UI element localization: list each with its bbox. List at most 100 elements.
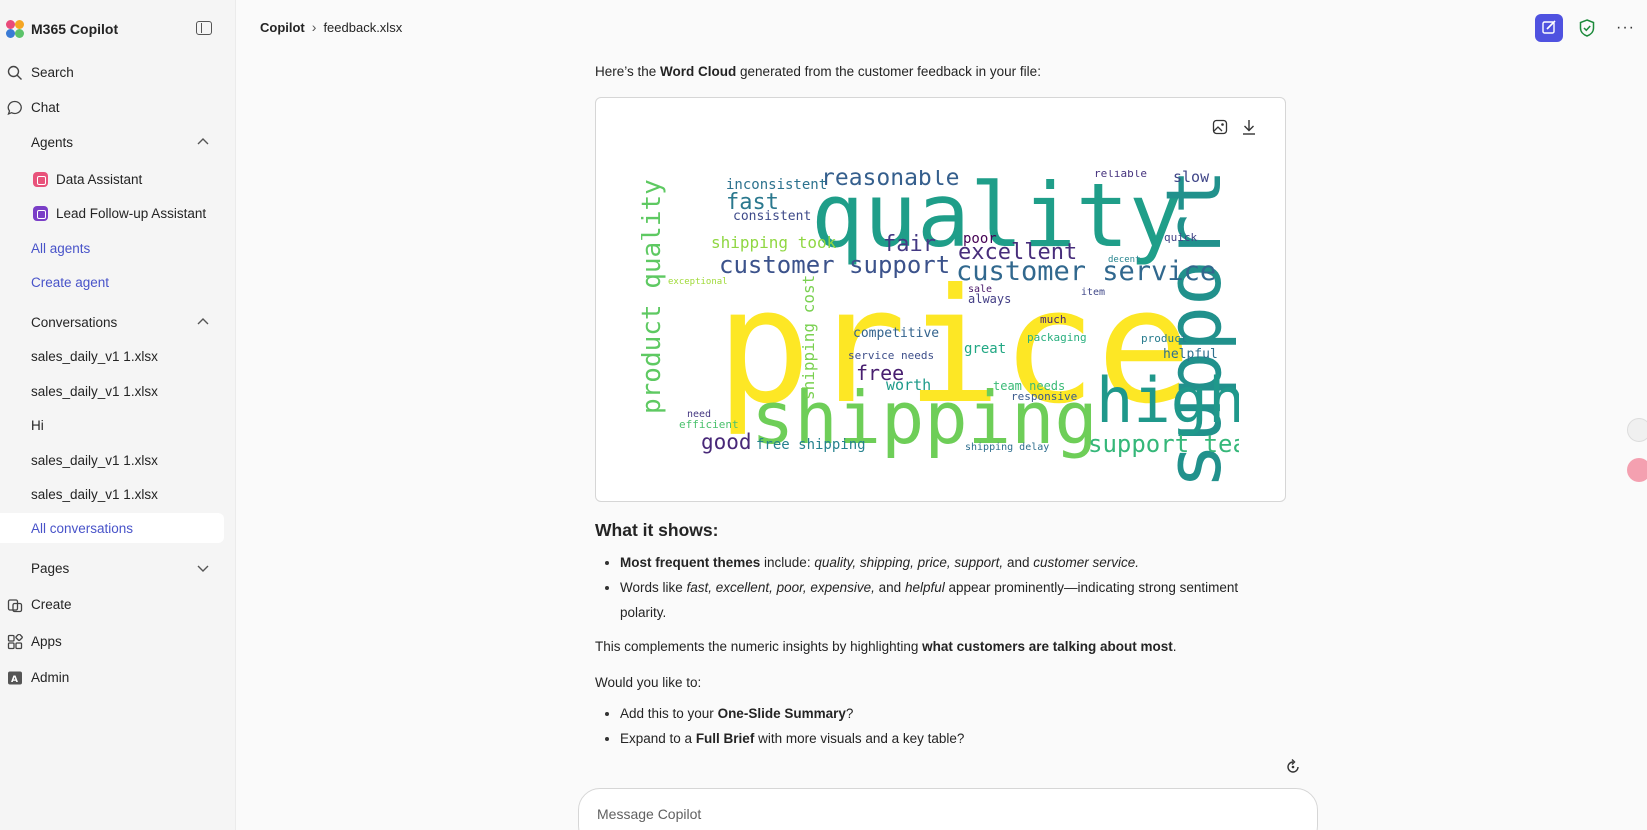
options-list: Add this to your One-Slide Summary? Expa… — [595, 701, 1285, 751]
bullet1-last: customer service. — [1033, 555, 1139, 570]
list-item: Expand to a Full Brief with more visuals… — [595, 726, 1285, 751]
chevron-up-icon — [196, 136, 210, 148]
word-cloud-word: much — [1040, 313, 1067, 326]
apps-icon — [7, 634, 23, 650]
word-cloud-word: poor — [963, 231, 997, 247]
more-options-icon[interactable]: ··· — [1616, 19, 1636, 36]
search-icon — [7, 65, 23, 81]
sidebar: M365 Copilot Search Chat Agents Data Ass… — [0, 0, 236, 830]
image-icon[interactable] — [1211, 118, 1229, 136]
regenerate-icon[interactable] — [1284, 758, 1302, 776]
word-cloud-word: need — [687, 409, 712, 420]
word-cloud-word: item — [1081, 287, 1106, 298]
opt2-prefix: Expand to a — [620, 731, 696, 746]
word-cloud-word: great — [964, 341, 1007, 357]
conversation-item[interactable]: sales_daily_v1 1.xlsx — [0, 479, 224, 509]
word-cloud-word: exceptional — [668, 277, 728, 287]
breadcrumb-file: feedback.xlsx — [323, 19, 403, 35]
word-cloud-word: decent — [1108, 255, 1141, 265]
conversation-label: sales_daily_v1 1.xlsx — [31, 452, 158, 468]
list-item: Words like fast, excellent, poor, expens… — [595, 575, 1285, 625]
bullet1-terms: quality, shipping, price, support, — [814, 555, 1004, 570]
data-assistant-icon — [33, 172, 48, 187]
edit-icon — [1542, 20, 1556, 34]
shows-heading: What it shows: — [595, 520, 719, 540]
conversation-label: sales_daily_v1 1.xlsx — [31, 383, 158, 399]
breadcrumb-root[interactable]: Copilot — [260, 20, 305, 35]
conversation-label: Hi — [31, 417, 44, 433]
word-cloud-word: inconsistent — [726, 177, 828, 193]
conversation-item[interactable]: sales_daily_v1 1.xlsx — [0, 341, 224, 371]
intro-bold: Word Cloud — [660, 64, 737, 79]
word-cloud-word: worth — [886, 376, 932, 394]
nav-admin[interactable]: A Admin — [0, 662, 224, 692]
intro-suffix: generated from the customer feedback in … — [736, 64, 1041, 79]
chat-icon — [7, 100, 23, 116]
agent-data-assistant[interactable]: Data Assistant — [0, 164, 224, 194]
admin-icon: A — [7, 670, 23, 686]
pages-label: Pages — [31, 560, 70, 576]
word-cloud-word: shipping cost — [799, 274, 818, 400]
composer-placeholder: Message Copilot — [597, 806, 702, 822]
nav-create[interactable]: Create — [0, 589, 224, 619]
opt2-bold: Full Brief — [695, 731, 755, 746]
pages-section-toggle[interactable]: Pages — [0, 553, 224, 583]
complement-text: This complements the numeric insights by… — [595, 637, 1177, 657]
chevron-up-icon — [196, 316, 210, 328]
copilot-logo-icon — [6, 20, 24, 38]
word-cloud-word: efficient — [679, 418, 739, 431]
nav-apps[interactable]: Apps — [0, 626, 224, 656]
bullet2-last: helpful — [904, 580, 945, 595]
bullet2-prefix: Words like — [620, 580, 687, 595]
agent-label: Data Assistant — [56, 171, 143, 187]
complement-bold: what customers are talking about most — [922, 639, 1173, 654]
download-icon[interactable] — [1240, 118, 1258, 136]
word-cloud-card: price quality shipping support high customer … — [595, 97, 1286, 502]
nav-create-label: Create — [31, 596, 72, 612]
bullet2-terms: fast, excellent, poor, expensive, — [686, 580, 875, 595]
apps-panel-icon[interactable] — [1627, 418, 1647, 442]
word-cloud-word: shipping delay — [965, 442, 1050, 453]
agent-lead-followup[interactable]: Lead Follow-up Assistant — [0, 198, 224, 228]
lead-followup-icon — [33, 206, 48, 221]
bullet2-and: and — [874, 580, 905, 595]
breadcrumb: Copilot › feedback.xlsx — [260, 19, 402, 35]
chevron-down-icon — [196, 562, 210, 574]
complement-prefix: This complements the numeric insights by… — [595, 639, 923, 654]
conversation-item[interactable]: sales_daily_v1 1.xlsx — [0, 445, 224, 475]
conversation-item[interactable]: sales_daily_v1 1.xlsx — [0, 376, 224, 406]
conversations-section-toggle[interactable]: Conversations — [0, 307, 224, 337]
conversation-item[interactable]: Hi — [0, 410, 224, 440]
agent-label: Lead Follow-up Assistant — [56, 205, 207, 221]
word-cloud-word: reliable — [1094, 170, 1147, 180]
word-cloud-word: quick — [1164, 231, 1198, 244]
shield-check-icon[interactable] — [1579, 19, 1595, 37]
nav-chat[interactable]: Chat — [0, 92, 224, 122]
word-cloud-word: free shipping — [756, 437, 866, 453]
message-composer[interactable]: Message Copilot — [578, 788, 1318, 830]
opt2-suffix: with more visuals and a key table? — [754, 731, 965, 746]
opt1-prefix: Add this to your — [620, 706, 718, 721]
all-agents-label: All agents — [31, 240, 91, 256]
word-cloud-word: service needs — [848, 349, 935, 362]
nav-search[interactable]: Search — [0, 57, 224, 87]
agents-header: Agents — [31, 134, 74, 150]
list-item: Add this to your One-Slide Summary? — [595, 701, 1285, 726]
translate-icon[interactable] — [1627, 458, 1647, 482]
create-agent-link[interactable]: Create agent — [0, 267, 224, 297]
agents-section-toggle[interactable]: Agents — [0, 127, 224, 157]
new-chat-button[interactable] — [1535, 14, 1563, 42]
word-cloud-word: helpful — [1163, 347, 1218, 362]
opt1-suffix: ? — [845, 706, 854, 721]
word-cloud-word: good — [701, 430, 752, 454]
intro-text: Here’s the Word Cloud generated from the… — [595, 62, 1285, 82]
word-cloud-word: support team — [1088, 430, 1239, 458]
nav-apps-label: Apps — [31, 633, 62, 649]
conversation-label: sales_daily_v1 1.xlsx — [31, 486, 158, 502]
create-icon — [7, 597, 23, 613]
all-agents-link[interactable]: All agents — [0, 233, 224, 263]
collapse-sidebar-icon[interactable] — [196, 21, 212, 35]
brand[interactable]: M365 Copilot — [6, 18, 118, 40]
word-cloud-word: slow — [1173, 170, 1210, 186]
all-conversations-link[interactable]: All conversations — [0, 513, 224, 543]
